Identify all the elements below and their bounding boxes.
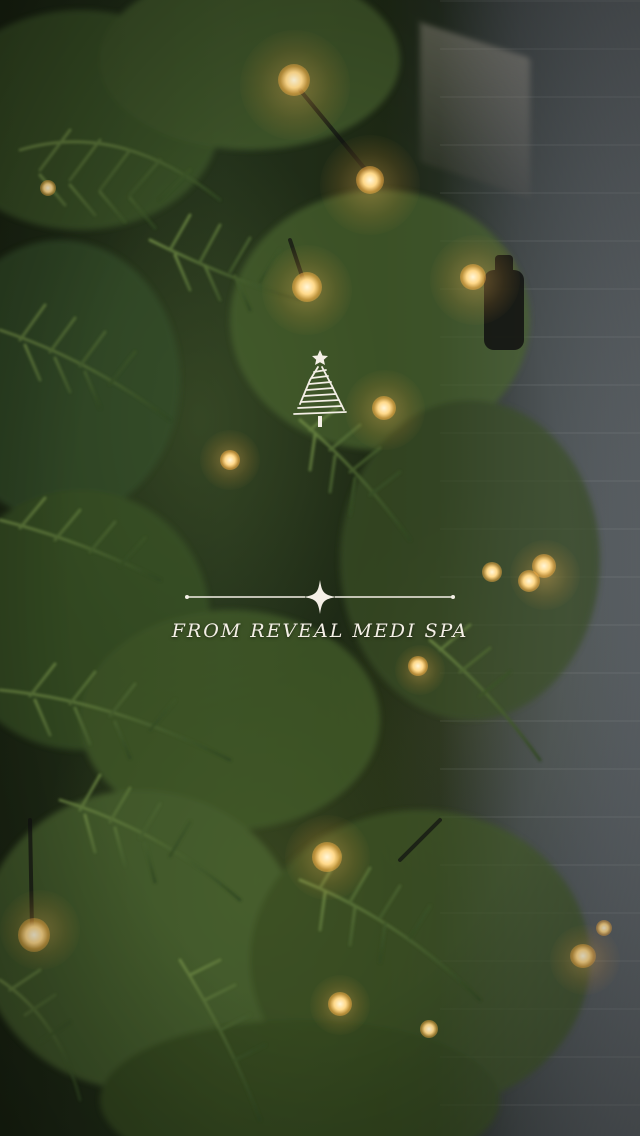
light-bulb (482, 562, 502, 582)
light-bulb (518, 570, 540, 592)
light-bulb (328, 992, 352, 1016)
christmas-tree-icon (293, 350, 347, 427)
light-bulb (220, 450, 240, 470)
light-bulb (356, 166, 384, 194)
light-bulb (18, 918, 50, 952)
light-bulb (460, 264, 486, 290)
light-bulb (312, 842, 342, 872)
sparkle-divider (185, 580, 455, 614)
light-bulb (40, 180, 56, 196)
sparkle-star-icon (303, 580, 337, 614)
light-bulb (408, 656, 428, 676)
light-bulb (278, 64, 310, 96)
light-bulb (420, 1020, 438, 1038)
light-bulb (596, 920, 612, 936)
light-bulb (292, 272, 322, 302)
light-bulb (372, 396, 396, 420)
caption-text: FROM REVEAL MEDI SPA (171, 620, 469, 642)
background-photo: FROM REVEAL MEDI SPA (0, 0, 640, 1136)
light-bulb (570, 944, 596, 968)
